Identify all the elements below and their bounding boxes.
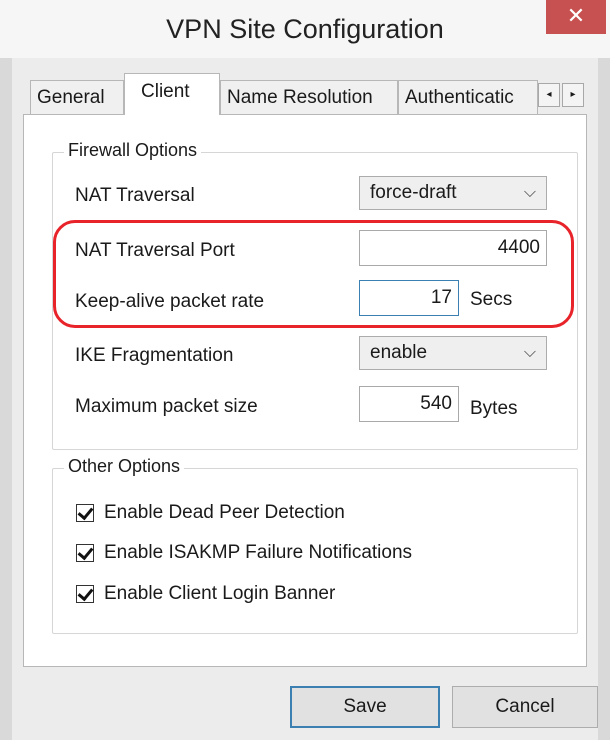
tab-scroll-controls: ◂ ▸: [538, 83, 586, 107]
other-options-title: Other Options: [64, 456, 185, 477]
client-login-banner-option[interactable]: Enable Client Login Banner: [76, 582, 335, 606]
max-packet-unit-label: Bytes: [470, 398, 518, 419]
tab-scroll-right-icon[interactable]: ▸: [562, 83, 584, 107]
ike-fragmentation-label: IKE Fragmentation: [75, 345, 234, 366]
max-packet-size-input[interactable]: 540: [359, 386, 459, 422]
chevron-down-icon: ⌵: [523, 184, 536, 201]
chevron-down-icon: ⌵: [523, 344, 536, 361]
close-icon: ✕: [566, 3, 586, 28]
ike-fragmentation-select[interactable]: enable ⌵: [359, 336, 547, 370]
nat-traversal-label: NAT Traversal: [75, 185, 195, 206]
dead-peer-detection-label: Enable Dead Peer Detection: [104, 502, 345, 523]
window-border-right: [598, 58, 610, 740]
nat-traversal-select[interactable]: force-draft ⌵: [359, 176, 547, 210]
client-login-banner-checkbox[interactable]: [76, 585, 94, 603]
isakmp-failure-notifications-option[interactable]: Enable ISAKMP Failure Notifications: [76, 541, 412, 565]
keep-alive-rate-label: Keep-alive packet rate: [75, 291, 265, 312]
nat-traversal-port-label: NAT Traversal Port: [75, 240, 235, 261]
nat-traversal-port-input[interactable]: 4400: [359, 230, 547, 266]
tab-authentication[interactable]: Authenticatic: [398, 80, 538, 114]
keep-alive-rate-input[interactable]: 17: [359, 280, 459, 316]
isakmp-failure-notifications-checkbox[interactable]: [76, 544, 94, 562]
title-bar: VPN Site Configuration ✕: [0, 0, 610, 58]
nat-traversal-value: force-draft: [370, 182, 457, 203]
max-packet-size-label: Maximum packet size: [75, 396, 258, 417]
isakmp-failure-notifications-label: Enable ISAKMP Failure Notifications: [104, 542, 413, 563]
dead-peer-detection-checkbox[interactable]: [76, 504, 94, 522]
close-button[interactable]: ✕: [546, 0, 606, 34]
tab-scroll-left-icon[interactable]: ◂: [538, 83, 560, 107]
save-button[interactable]: Save: [290, 686, 440, 728]
window-border-left: [0, 58, 12, 740]
tab-name-resolution[interactable]: Name Resolution: [220, 80, 398, 114]
window-title: VPN Site Configuration: [166, 14, 444, 44]
keep-alive-unit-label: Secs: [470, 289, 513, 310]
tab-general[interactable]: General: [30, 80, 124, 114]
client-login-banner-label: Enable Client Login Banner: [104, 583, 336, 604]
dead-peer-detection-option[interactable]: Enable Dead Peer Detection: [76, 501, 345, 525]
vpn-site-configuration-dialog: VPN Site Configuration ✕ General Client …: [0, 0, 610, 740]
firewall-options-title: Firewall Options: [64, 140, 202, 161]
ike-fragmentation-value: enable: [370, 342, 428, 363]
cancel-button[interactable]: Cancel: [452, 686, 598, 728]
tab-client[interactable]: Client: [124, 73, 220, 115]
